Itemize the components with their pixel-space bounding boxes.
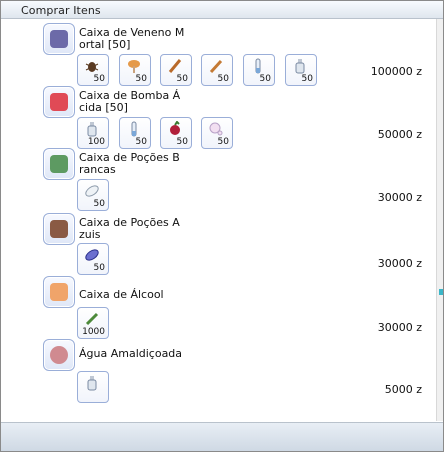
item-price: 100000 z (370, 65, 422, 78)
acid-bomb-box-icon[interactable] (43, 86, 75, 118)
scroll-indicator (439, 289, 443, 295)
scrollbar[interactable] (436, 19, 443, 421)
white-potion-box-icon[interactable] (43, 148, 75, 180)
item-price: 30000 z (377, 321, 422, 334)
item-price: 30000 z (377, 191, 422, 204)
bottle-icon[interactable] (77, 371, 109, 403)
item-name: Água Amaldiçoada (79, 347, 183, 360)
titlebar[interactable]: Comprar Itens (1, 1, 443, 19)
cursed-water-icon[interactable] (43, 339, 75, 371)
item-list: Caixa de Veneno M ortal [50] 100000 z 50… (1, 19, 437, 421)
test-tube-icon[interactable]: 50 (243, 54, 275, 86)
blue-leaf-icon[interactable]: 50 (77, 243, 109, 275)
mushroom-icon[interactable]: 50 (119, 54, 151, 86)
window-title: Comprar Itens (21, 4, 101, 17)
buy-items-window: Comprar Itens Caixa de Veneno M ortal [5… (0, 0, 444, 452)
item-name: Caixa de Bomba Á cida [50] (79, 89, 181, 114)
bottle-icon[interactable]: 100 (77, 117, 109, 149)
bottle-icon[interactable]: 50 (285, 54, 317, 86)
item-price: 50000 z (377, 128, 422, 141)
green-twig-icon[interactable]: 1000 (77, 307, 109, 339)
footer-bar (1, 422, 443, 451)
insect-icon[interactable]: 50 (77, 54, 109, 86)
test-tube-icon[interactable]: 50 (119, 117, 151, 149)
item-name: Caixa de Veneno M ortal [50] (79, 26, 185, 51)
knife-icon[interactable]: 50 (201, 54, 233, 86)
bubble-icon[interactable]: 50 (201, 117, 233, 149)
poison-box-icon[interactable] (43, 23, 75, 55)
item-name: Caixa de Poções B rancas (79, 151, 180, 176)
herb-stick-icon[interactable]: 50 (160, 54, 192, 86)
berry-icon[interactable]: 50 (160, 117, 192, 149)
white-leaf-icon[interactable]: 50 (77, 179, 109, 211)
item-name: Caixa de Álcool (79, 288, 164, 301)
item-price: 5000 z (384, 383, 422, 396)
item-price: 30000 z (377, 257, 422, 270)
item-name: Caixa de Poções A zuis (79, 216, 180, 241)
blue-potion-box-icon[interactable] (43, 213, 75, 245)
alcohol-box-icon[interactable] (43, 276, 75, 308)
